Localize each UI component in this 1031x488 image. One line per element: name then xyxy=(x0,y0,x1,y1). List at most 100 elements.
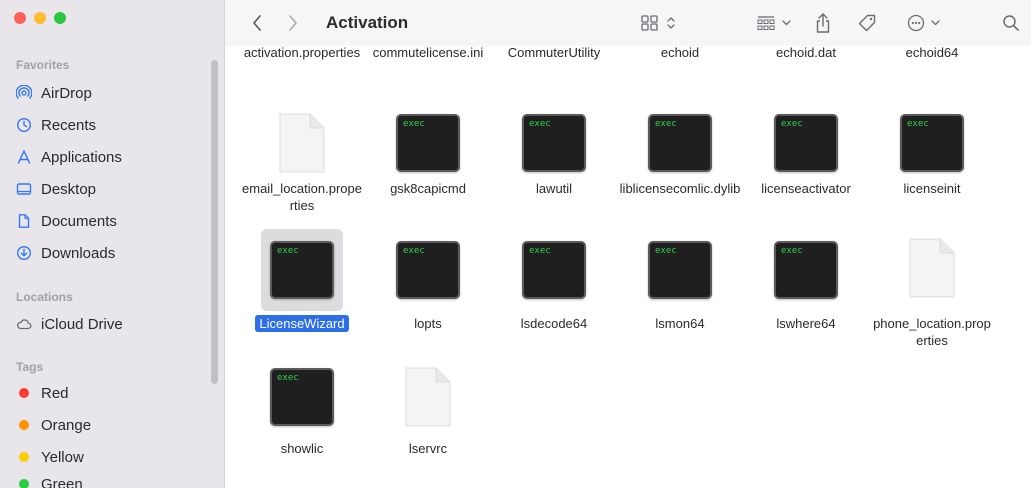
chevron-left-icon xyxy=(253,15,261,31)
tag-button[interactable] xyxy=(855,10,879,36)
terminal-exec-icon: exec xyxy=(648,114,712,172)
applications-icon xyxy=(16,149,32,165)
search-icon xyxy=(1003,15,1019,31)
share-icon xyxy=(816,13,830,33)
file-name-selected[interactable]: LicenseWizard xyxy=(239,315,365,332)
share-button[interactable] xyxy=(811,10,835,36)
file-name: lswhere64 xyxy=(776,316,836,331)
sidebar-item-label: Downloads xyxy=(41,244,116,262)
orange-tag-dot xyxy=(19,420,29,430)
group-button[interactable] xyxy=(755,10,797,36)
main-pane: Activation activation.properties commute… xyxy=(225,0,1031,488)
terminal-exec-icon: exec xyxy=(522,114,586,172)
sidebar-item-desktop[interactable]: Desktop xyxy=(16,177,96,201)
terminal-exec-icon: exec xyxy=(396,241,460,299)
file-item[interactable]: echoid.dat xyxy=(743,44,869,61)
file-item[interactable]: lservrc xyxy=(365,364,491,457)
sidebar-item-downloads[interactable]: Downloads xyxy=(16,241,115,265)
file-item[interactable]: exec lawutil xyxy=(491,110,617,197)
sidebar-item-label: Orange xyxy=(41,416,92,434)
file-name: commutelicense.ini xyxy=(372,45,484,60)
file-item[interactable]: email_location.properties xyxy=(239,110,365,214)
terminal-exec-icon: exec xyxy=(648,241,712,299)
sidebar-scrollbar[interactable] xyxy=(211,60,218,384)
sidebar-item-label: Recents xyxy=(41,116,97,134)
terminal-exec-icon: exec xyxy=(774,241,838,299)
sidebar-item-recents[interactable]: Recents xyxy=(16,113,96,137)
back-button[interactable] xyxy=(247,10,267,36)
file-item[interactable]: exec lswhere64 xyxy=(743,237,869,332)
file-item[interactable]: exec liblicensecomlic.dylib xyxy=(617,110,743,197)
sidebar-item-label: Applications xyxy=(41,148,122,166)
view-mode-button[interactable] xyxy=(639,10,683,36)
sidebar-item-applications[interactable]: Applications xyxy=(16,145,122,169)
file-name: lopts xyxy=(414,316,442,331)
file-item[interactable]: exec lopts xyxy=(365,237,491,332)
sidebar-item-tag-green[interactable]: Green xyxy=(16,472,83,488)
file-name: activation.properties xyxy=(243,45,361,60)
file-item[interactable]: echoid64 xyxy=(869,44,995,61)
file-name: email_location.properties xyxy=(242,181,362,213)
sidebar-item-label: AirDrop xyxy=(41,84,92,102)
document-file-icon xyxy=(909,238,955,298)
file-item[interactable]: exec lsmon64 xyxy=(617,237,743,332)
file-item-selected[interactable]: exec LicenseWizard xyxy=(239,229,365,332)
file-item[interactable]: exec showlic xyxy=(239,364,365,457)
sidebar-item-label: Red xyxy=(41,384,69,402)
sidebar-item-label: Yellow xyxy=(41,448,84,466)
terminal-exec-icon: exec xyxy=(774,114,838,172)
file-item[interactable]: exec licenseactivator xyxy=(743,110,869,197)
file-item[interactable]: activation.properties xyxy=(239,44,365,61)
file-item[interactable]: exec gsk8capicmd xyxy=(365,110,491,197)
sidebar-item-documents[interactable]: Documents xyxy=(16,209,117,233)
file-icon-wrap xyxy=(869,235,995,301)
airdrop-icon xyxy=(16,85,32,101)
file-name: CommuterUtility xyxy=(507,45,601,60)
locations-section-title: Locations xyxy=(16,290,73,304)
green-tag-dot xyxy=(19,479,29,488)
ellipsis-circle-icon xyxy=(907,14,940,32)
file-icon-wrap: exec xyxy=(869,110,995,176)
zoom-window-button[interactable] xyxy=(54,12,66,24)
file-item[interactable]: exec licenseinit xyxy=(869,110,995,197)
minimize-window-button[interactable] xyxy=(34,12,46,24)
selected-icon-highlight: exec xyxy=(261,229,343,311)
file-icon-wrap: exec xyxy=(617,110,743,176)
file-item[interactable]: commutelicense.ini xyxy=(365,44,491,61)
file-item[interactable]: echoid xyxy=(617,44,743,61)
sidebar-item-tag-red[interactable]: Red xyxy=(16,381,69,405)
clock-icon xyxy=(16,117,32,133)
file-name: lsmon64 xyxy=(655,316,705,331)
terminal-exec-icon: exec xyxy=(270,241,334,299)
sidebar-item-airdrop[interactable]: AirDrop xyxy=(16,81,92,105)
file-icon-wrap: exec xyxy=(365,237,491,303)
file-icon-wrap: exec xyxy=(743,237,869,303)
sidebar-item-label: Green xyxy=(41,475,83,488)
terminal-exec-icon: exec xyxy=(396,114,460,172)
file-name: liblicensecomlic.dylib xyxy=(619,181,741,196)
sidebar-item-icloud-drive[interactable]: iCloud Drive xyxy=(16,312,123,336)
file-item[interactable]: CommuterUtility xyxy=(491,44,617,61)
more-actions-button[interactable] xyxy=(905,10,947,36)
sidebar-item-tag-yellow[interactable]: Yellow xyxy=(16,445,84,469)
file-name: showlic xyxy=(280,441,324,456)
file-name: licenseactivator xyxy=(761,181,851,196)
file-name: echoid64 xyxy=(905,45,959,60)
file-icon-wrap: exec xyxy=(491,237,617,303)
document-file-icon xyxy=(405,367,451,427)
grid-view-icon xyxy=(641,15,675,31)
file-name: gsk8capicmd xyxy=(390,181,466,196)
forward-button[interactable] xyxy=(283,10,303,36)
group-icon xyxy=(757,16,791,30)
search-button[interactable] xyxy=(1000,10,1022,36)
sidebar-item-label: iCloud Drive xyxy=(41,315,123,333)
sidebar-item-label: Documents xyxy=(41,212,117,230)
file-name: lsdecode64 xyxy=(520,316,588,331)
sidebar-item-tag-orange[interactable]: Orange xyxy=(16,413,91,437)
file-item[interactable]: exec lsdecode64 xyxy=(491,237,617,332)
close-window-button[interactable] xyxy=(14,12,26,24)
sidebar: Favorites AirDrop Recents Applications D… xyxy=(0,0,225,488)
file-item[interactable]: phone_location.properties xyxy=(869,235,995,349)
window-title: Activation xyxy=(326,13,409,32)
terminal-exec-icon: exec xyxy=(522,241,586,299)
